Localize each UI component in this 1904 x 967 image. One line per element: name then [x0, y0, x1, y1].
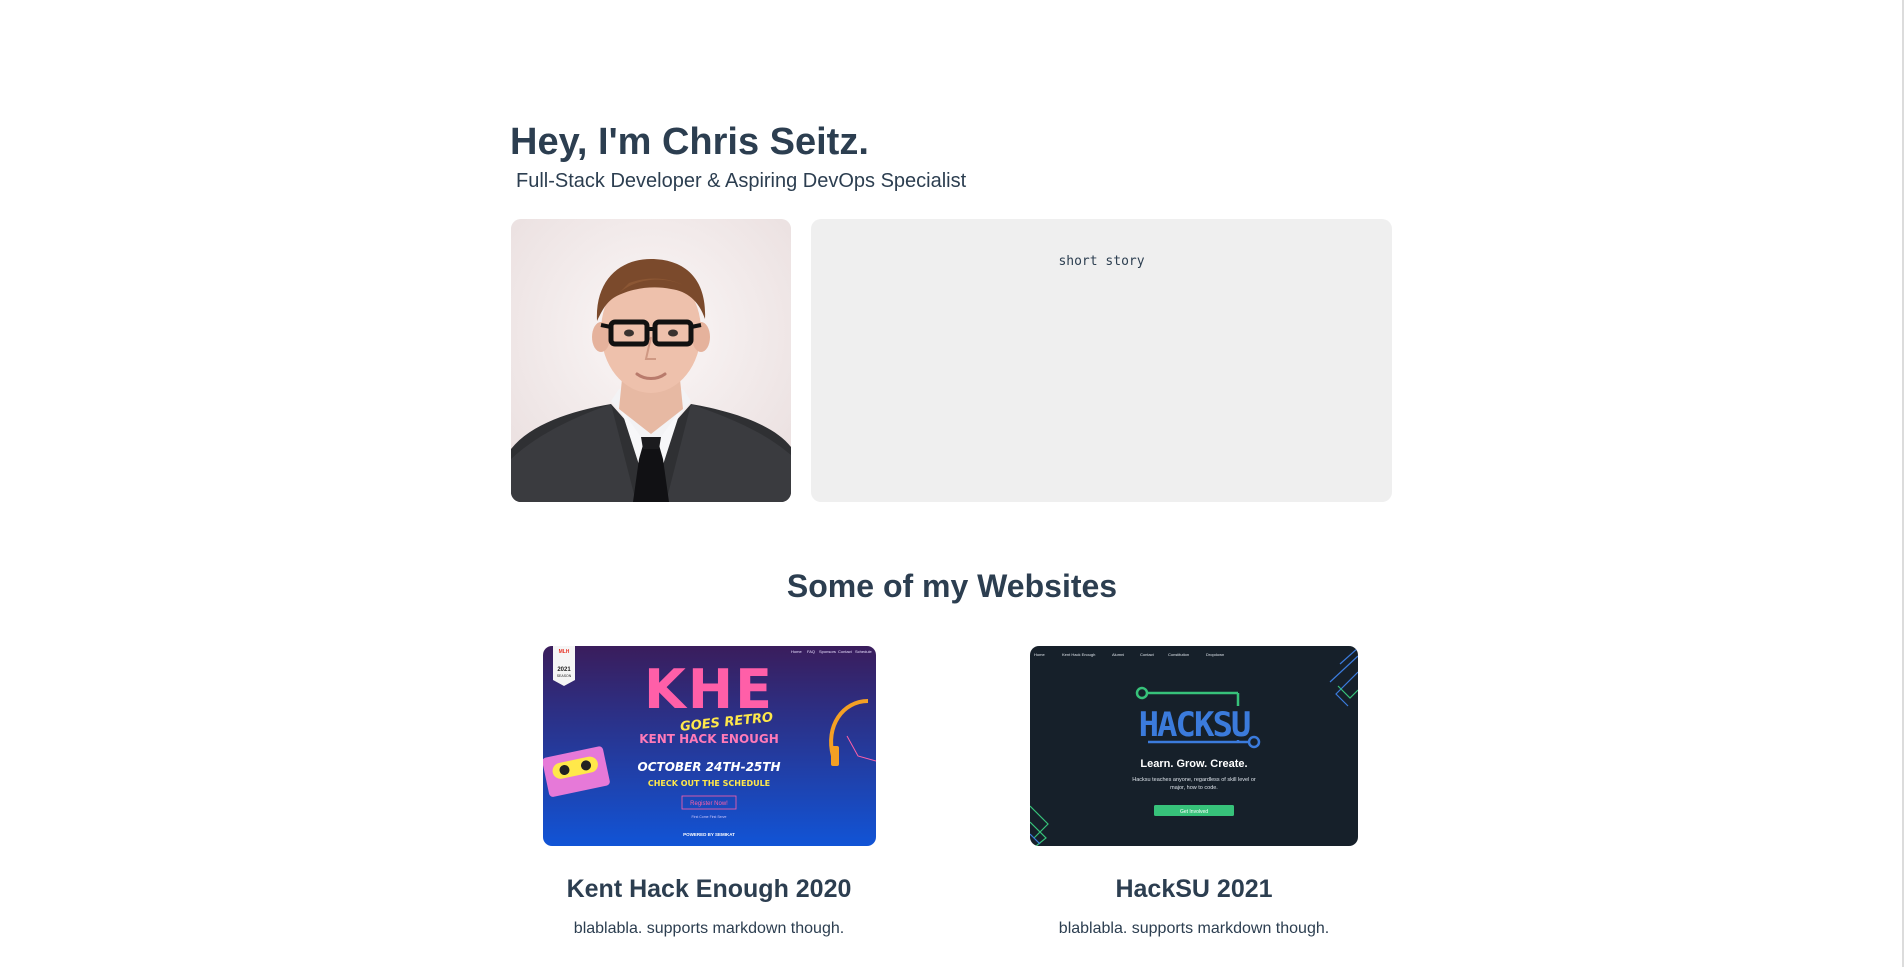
hacksu-blurb-line2: major, how to code.	[1170, 785, 1218, 791]
khe-nav-schedule: Schedule	[855, 649, 872, 654]
khe-note: First Come First Serve	[691, 815, 726, 819]
khe-date: OCTOBER 24TH-25TH	[637, 760, 780, 774]
hacksu-logo-text: HACKSU	[1139, 705, 1250, 745]
website-description-hacksu: blablabla. supports markdown though.	[1058, 920, 1330, 937]
hacksu-nav-dropdown: Dropdown	[1206, 652, 1224, 657]
intro-section: Hey, I'm Chris Seitz. Full-Stack Develop…	[510, 118, 1390, 196]
khe-nav-contact: Contact	[838, 649, 853, 654]
website-title-khe[interactable]: Kent Hack Enough 2020	[499, 874, 919, 904]
khe-nav-sponsors: Sponsors	[819, 649, 836, 654]
hacksu-blurb-line1: Hacksu teaches anyone, regardless of ski…	[1132, 777, 1256, 783]
page-title: Hey, I'm Chris Seitz.	[510, 121, 869, 163]
hacksu-nav-alumni: Alumni	[1112, 652, 1124, 657]
khe-nav-faq: FAQ	[807, 649, 815, 654]
website-card-khe[interactable]: Home FAQ Sponsors Contact Schedule MLH 2…	[499, 646, 919, 940]
khe-badge-year: 2021	[557, 667, 571, 673]
hacksu-tagline: Learn. Grow. Create.	[1140, 758, 1247, 770]
website-description-khe: blablabla. supports markdown though.	[573, 920, 845, 937]
khe-event-name: KENT HACK ENOUGH	[639, 732, 779, 746]
hacksu-nav-contact: Contact	[1140, 652, 1155, 657]
short-story-text: short story	[1058, 254, 1145, 269]
hacksu-thumbnail[interactable]: Home Kent Hack Enough Alumni Contact Con…	[1030, 646, 1358, 846]
khe-thumbnail[interactable]: Home FAQ Sponsors Contact Schedule MLH 2…	[542, 646, 876, 846]
khe-cta: CHECK OUT THE SCHEDULE	[647, 779, 769, 788]
website-card-hacksu[interactable]: Home Kent Hack Enough Alumni Contact Con…	[984, 646, 1404, 940]
hacksu-nav-khe: Kent Hack Enough	[1062, 652, 1095, 657]
khe-powered-by: POWERED BY SEMIKAT	[683, 832, 735, 837]
khe-register-button: Register Now!	[690, 801, 728, 807]
website-title-hacksu[interactable]: HackSU 2021	[984, 874, 1404, 904]
khe-badge-mlh: MLH	[558, 649, 569, 655]
page: Hey, I'm Chris Seitz. Full-Stack Develop…	[0, 0, 1904, 967]
websites-section-title: Some of my Websites	[786, 568, 1118, 604]
khe-badge-season: SEASON	[556, 674, 571, 678]
short-story-card: short story	[811, 219, 1392, 502]
hacksu-get-involved-button: Get Involved	[1180, 809, 1208, 815]
page-subtitle: Full-Stack Developer & Aspiring DevOps S…	[516, 170, 967, 192]
profile-photo	[511, 219, 791, 502]
hacksu-nav-constitution: Constitution	[1168, 652, 1189, 657]
khe-nav-home: Home	[791, 649, 802, 654]
hacksu-nav-home: Home	[1034, 652, 1045, 657]
